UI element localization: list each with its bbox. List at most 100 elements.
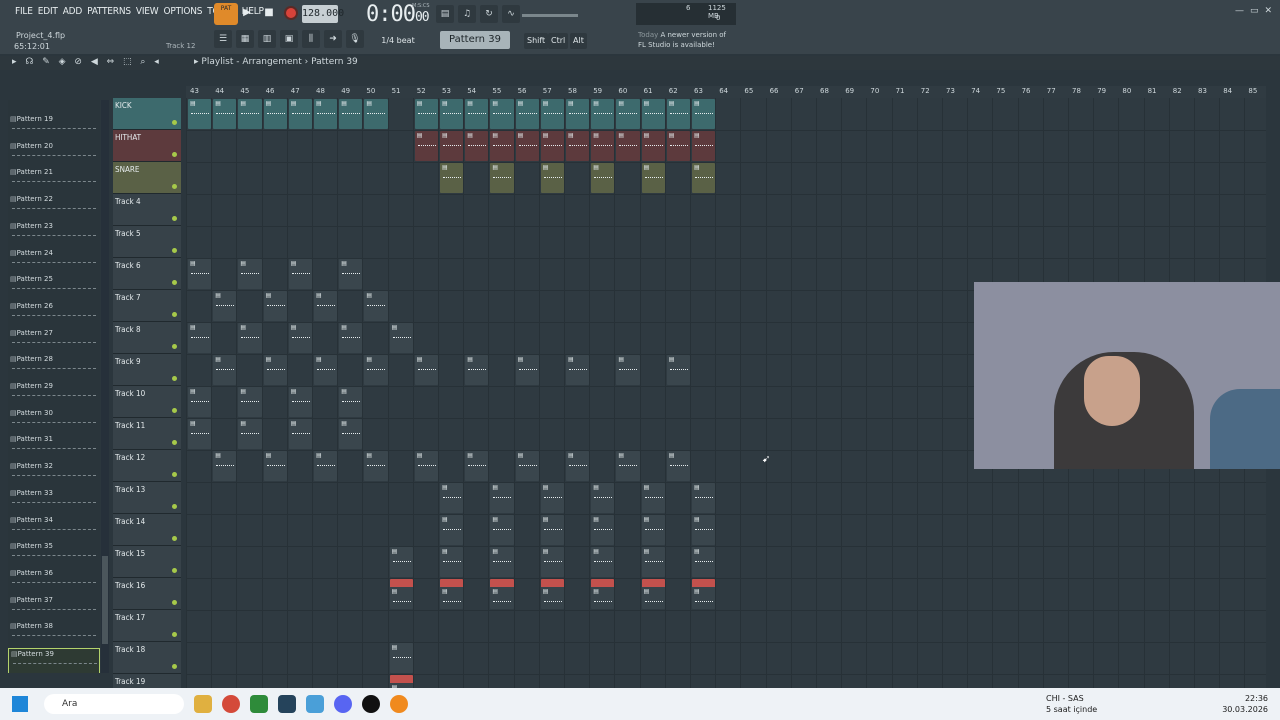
pattern-item[interactable]: Pattern 31 bbox=[8, 434, 100, 460]
pattern-clip[interactable]: ▤ bbox=[591, 483, 615, 513]
track-header[interactable]: Track 5 bbox=[113, 226, 181, 258]
pattern-clip[interactable]: ▤ bbox=[566, 99, 590, 129]
pattern-clip[interactable]: ▤ bbox=[263, 355, 287, 385]
file-explorer-icon[interactable] bbox=[194, 695, 212, 713]
menu-edit[interactable]: EDIT bbox=[37, 6, 59, 17]
pattern-clip[interactable]: ▤ bbox=[465, 131, 489, 161]
track-mute-led[interactable] bbox=[172, 440, 177, 445]
pattern-clip[interactable]: ▤ bbox=[490, 547, 514, 577]
pattern-clip[interactable]: ▤ bbox=[591, 547, 615, 577]
track-header[interactable]: SNARE bbox=[113, 162, 181, 194]
ctrl-key[interactable]: Ctrl bbox=[548, 33, 569, 49]
waveform-icon[interactable]: ∿ bbox=[502, 5, 520, 23]
pattern-clip[interactable]: ▤ bbox=[188, 99, 212, 129]
pattern-clip[interactable]: ▤ bbox=[641, 579, 665, 609]
loop-record-icon[interactable]: ↻ bbox=[480, 5, 498, 23]
pattern-clip[interactable]: ▤ bbox=[641, 99, 665, 129]
track-header[interactable]: Track 12 bbox=[113, 450, 181, 482]
track-header[interactable]: Track 9 bbox=[113, 354, 181, 386]
channel-rack-icon[interactable]: ▦ bbox=[236, 30, 254, 48]
pattern-clip[interactable]: ▤ bbox=[490, 163, 514, 193]
pattern-clip[interactable]: ▤ bbox=[263, 99, 287, 129]
track-mute-led[interactable] bbox=[172, 344, 177, 349]
pattern-clip[interactable]: ▤ bbox=[641, 515, 665, 545]
taskbar-search[interactable]: Ara bbox=[44, 694, 184, 714]
track-header[interactable]: Track 18 bbox=[113, 642, 181, 674]
pattern-item[interactable]: Pattern 26 bbox=[8, 301, 100, 327]
pattern-clip[interactable]: ▤ bbox=[213, 355, 237, 385]
track-mute-led[interactable] bbox=[172, 568, 177, 573]
pattern-song-toggle[interactable]: PAT bbox=[214, 3, 238, 25]
pattern-clip[interactable]: ▤ bbox=[339, 259, 363, 289]
track-mute-led[interactable] bbox=[172, 312, 177, 317]
pattern-clip[interactable]: ▤ bbox=[540, 579, 564, 609]
pattern-clip[interactable]: ▤ bbox=[389, 547, 413, 577]
pattern-clip[interactable]: ▤ bbox=[566, 131, 590, 161]
pattern-clip[interactable]: ▤ bbox=[339, 419, 363, 449]
pattern-clip[interactable]: ▤ bbox=[238, 323, 262, 353]
pattern-clip[interactable]: ▤ bbox=[591, 99, 615, 129]
pattern-clip[interactable]: ▤ bbox=[692, 483, 716, 513]
pattern-clip[interactable]: ▤ bbox=[238, 99, 262, 129]
pattern-clip[interactable]: ▤ bbox=[515, 131, 539, 161]
pattern-clip[interactable]: ▤ bbox=[440, 131, 464, 161]
pattern-item[interactable]: Pattern 36 bbox=[8, 568, 100, 594]
pattern-item[interactable]: Pattern 22 bbox=[8, 194, 100, 220]
track-mute-led[interactable] bbox=[172, 248, 177, 253]
track-mute-led[interactable] bbox=[172, 536, 177, 541]
pattern-clip[interactable]: ▤ bbox=[339, 99, 363, 129]
pattern-clip[interactable]: ▤ bbox=[591, 163, 615, 193]
pattern-clip[interactable]: ▤ bbox=[666, 451, 690, 481]
pattern-clip[interactable]: ▤ bbox=[188, 387, 212, 417]
pattern-clip[interactable]: ▤ bbox=[389, 579, 413, 609]
pattern-clip[interactable]: ▤ bbox=[314, 291, 338, 321]
pattern-scrollbar[interactable] bbox=[101, 100, 109, 673]
track-mute-led[interactable] bbox=[172, 472, 177, 477]
pattern-item[interactable]: Pattern 38 bbox=[8, 621, 100, 647]
windows-start-icon[interactable] bbox=[12, 696, 28, 712]
pattern-clip[interactable]: ▤ bbox=[641, 547, 665, 577]
pattern-item[interactable]: Pattern 34 bbox=[8, 515, 100, 541]
pattern-item[interactable]: Pattern 24 bbox=[8, 248, 100, 274]
pattern-clip[interactable]: ▤ bbox=[490, 483, 514, 513]
track-header[interactable]: Track 6 bbox=[113, 258, 181, 290]
pattern-clip[interactable]: ▤ bbox=[288, 99, 312, 129]
pattern-clip[interactable]: ▤ bbox=[389, 675, 413, 688]
pattern-clip[interactable]: ▤ bbox=[591, 131, 615, 161]
pattern-item[interactable]: Pattern 39 bbox=[8, 648, 100, 673]
minimize-icon[interactable]: — bbox=[1235, 6, 1244, 16]
typing-keyboard-icon[interactable]: ▤ bbox=[436, 5, 454, 23]
pattern-clip[interactable]: ▤ bbox=[213, 451, 237, 481]
pattern-item[interactable]: Pattern 23 bbox=[8, 221, 100, 247]
menu-add[interactable]: ADD bbox=[62, 6, 83, 17]
pattern-clip[interactable]: ▤ bbox=[440, 547, 464, 577]
pattern-clip[interactable]: ▤ bbox=[540, 483, 564, 513]
track-mute-led[interactable] bbox=[172, 408, 177, 413]
pattern-clip[interactable]: ▤ bbox=[339, 323, 363, 353]
pattern-item[interactable]: Pattern 25 bbox=[8, 274, 100, 300]
metronome-icon[interactable]: ♫ bbox=[458, 5, 476, 23]
pattern-clip[interactable]: ▤ bbox=[364, 451, 388, 481]
pattern-item[interactable]: Pattern 33 bbox=[8, 488, 100, 514]
pattern-clip[interactable]: ▤ bbox=[490, 579, 514, 609]
steam-icon[interactable] bbox=[278, 695, 296, 713]
pattern-clip[interactable]: ▤ bbox=[666, 355, 690, 385]
track-mute-led[interactable] bbox=[172, 664, 177, 669]
tempo-display[interactable]: 128.000 bbox=[302, 5, 344, 23]
pattern-clip[interactable]: ▤ bbox=[692, 547, 716, 577]
maximize-icon[interactable]: ▭ bbox=[1250, 6, 1259, 16]
pattern-clip[interactable]: ▤ bbox=[641, 131, 665, 161]
track-header[interactable]: KICK bbox=[113, 98, 181, 130]
close-icon[interactable]: ✕ bbox=[1264, 6, 1272, 16]
menu-patterns[interactable]: PATTERNS bbox=[86, 6, 132, 17]
xbox-icon[interactable] bbox=[250, 695, 268, 713]
pattern-clip[interactable]: ▤ bbox=[540, 131, 564, 161]
pattern-clip[interactable]: ▤ bbox=[616, 355, 640, 385]
pattern-clip[interactable]: ▤ bbox=[490, 131, 514, 161]
pattern-clip[interactable]: ▤ bbox=[692, 131, 716, 161]
pattern-clip[interactable]: ▤ bbox=[188, 419, 212, 449]
stop-icon[interactable]: ■ bbox=[262, 6, 276, 20]
pattern-clip[interactable]: ▤ bbox=[666, 99, 690, 129]
master-volume-slider[interactable] bbox=[522, 14, 578, 17]
pattern-clip[interactable]: ▤ bbox=[414, 99, 438, 129]
